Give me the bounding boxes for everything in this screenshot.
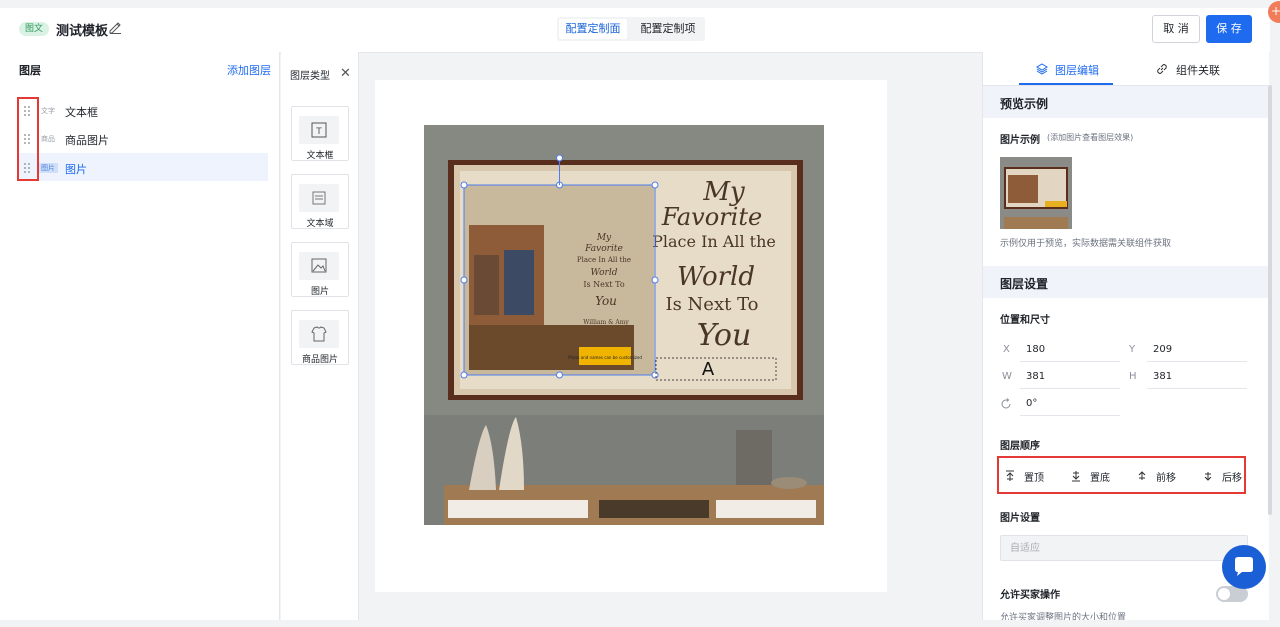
layer-type-tag: 商品: [41, 135, 55, 143]
x-input[interactable]: 180: [1020, 338, 1120, 362]
layers-icon: [1036, 63, 1048, 75]
layer-type-tag: 图片: [38, 163, 58, 173]
small-art-text: Is Next To: [583, 280, 625, 289]
text-box-icon: T: [299, 116, 339, 144]
art-text: World: [677, 262, 755, 292]
chat-support-button[interactable]: [1222, 545, 1266, 589]
art-text: Is Next To: [665, 294, 758, 315]
layers-panel-title: 图层: [19, 64, 41, 77]
layer-type-tag: 文字: [41, 107, 55, 115]
chat-icon: [1235, 557, 1253, 576]
image-icon: [299, 252, 339, 280]
w-label: W: [1002, 371, 1012, 382]
art-text: Place In All the: [652, 232, 776, 251]
highlight-box: [17, 97, 39, 181]
edit-icon[interactable]: [108, 20, 122, 34]
tshirt-icon: [299, 320, 339, 348]
text-area-icon: [299, 184, 339, 212]
toggle-knob: [1218, 588, 1230, 600]
template-type-badge: 图文: [19, 22, 49, 36]
small-art-text: My: [596, 233, 612, 243]
tab-config-surface[interactable]: 配置定制面: [559, 19, 627, 39]
product-mockup-image: My Favorite Place In All the World Is Ne…: [424, 125, 824, 525]
cancel-button[interactable]: 取 消: [1152, 15, 1200, 43]
layer-settings-title: 图层设置: [1000, 277, 1049, 291]
template-title: 测试模板: [56, 24, 109, 39]
y-label: Y: [1129, 344, 1136, 355]
tab-layer-edit[interactable]: 图层编辑: [1055, 62, 1099, 78]
preview-thumbnail: [1000, 157, 1072, 229]
image-settings-label: 图片设置: [1000, 513, 1040, 524]
highlight-box: [997, 456, 1246, 494]
image-mode-select[interactable]: 自适应: [1000, 535, 1248, 561]
bottom-strip: [0, 620, 1280, 627]
rotate-icon: [1001, 398, 1011, 409]
image-example-label: 图片示例: [1000, 135, 1040, 146]
add-layer-link[interactable]: 添加图层: [227, 62, 271, 78]
layer-name: 商品图片: [65, 134, 109, 147]
tab-config-items[interactable]: 配置定制项: [633, 19, 703, 39]
x-label: X: [1003, 344, 1010, 355]
h-label: H: [1129, 371, 1137, 382]
y-input[interactable]: 209: [1147, 338, 1247, 362]
top-strip: [0, 0, 1280, 8]
layer-name: 图片: [65, 163, 87, 176]
small-art-text: Place In All the: [577, 256, 631, 264]
preview-note: 示例仅用于预览，实际数据需关联组件获取: [1000, 239, 1172, 249]
allow-buyer-label: 允许买家操作: [1000, 590, 1060, 601]
panel-scrollbar[interactable]: [1268, 85, 1272, 515]
position-size-label: 位置和尺寸: [1000, 315, 1050, 326]
layer-type-label: 图片: [310, 287, 329, 297]
layer-type-title: 图层类型: [290, 71, 330, 82]
art-text: You: [697, 318, 752, 353]
layer-order-label: 图层顺序: [1000, 441, 1040, 452]
yellow-label-text: Photo and names can be customized: [568, 355, 642, 360]
art-text: Favorite: [661, 203, 762, 231]
height-input[interactable]: 381: [1147, 365, 1247, 389]
small-art-text: Favorite: [584, 244, 623, 254]
width-input[interactable]: 381: [1020, 365, 1120, 389]
small-art-text: World: [591, 268, 618, 278]
image-example-hint: (添加图片查看图层效果): [1047, 133, 1134, 142]
close-icon[interactable]: ✕: [340, 66, 351, 81]
save-button[interactable]: 保 存: [1206, 15, 1252, 43]
svg-text:T: T: [315, 127, 322, 137]
small-art-text: You: [595, 294, 617, 308]
small-art-text: William & Amy: [583, 319, 629, 326]
text-placeholder[interactable]: A: [702, 359, 715, 380]
layer-type-label: 商品图片: [301, 355, 338, 365]
layer-type-label: 文本框: [306, 151, 334, 161]
link-icon: [1157, 64, 1167, 74]
rotation-input[interactable]: 0°: [1020, 392, 1120, 416]
layer-type-label: 文本域: [306, 219, 334, 229]
tab-component-link[interactable]: 组件关联: [1176, 62, 1220, 78]
preview-section-title: 预览示例: [1000, 97, 1049, 111]
layer-name: 文本框: [65, 106, 98, 119]
